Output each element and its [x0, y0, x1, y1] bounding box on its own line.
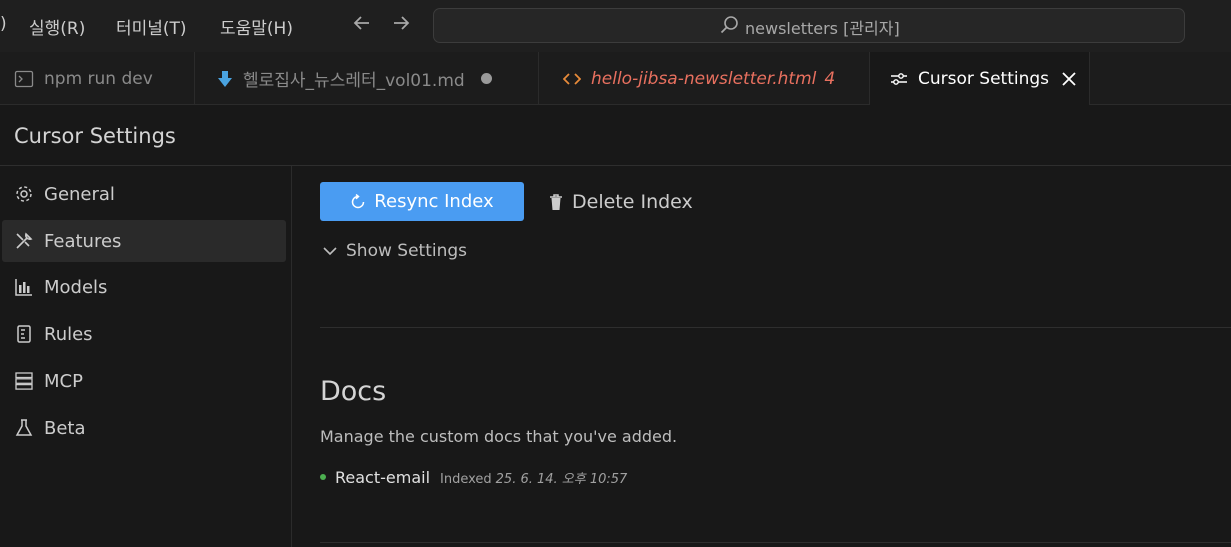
terminal-icon [14, 69, 34, 89]
page-title: Cursor Settings [14, 124, 176, 148]
settings-sidebar: General Features Models Rules MCP Beta [0, 166, 292, 547]
menu-terminal[interactable]: 터미널(T) [116, 14, 187, 39]
tab-label: Cursor Settings [918, 68, 1050, 89]
menu-run[interactable]: 실행(R) [29, 14, 85, 39]
tab-label: hello-jibsa-newsletter.html [591, 68, 817, 89]
list-item[interactable]: React-email Indexed 25. 6. 14. 오후 10:57 [320, 468, 627, 487]
command-search-box[interactable]: newsletters [관리자] [433, 8, 1185, 43]
menu-fragment[interactable]: ) [0, 14, 7, 34]
trash-icon [548, 193, 564, 211]
gear-icon [14, 184, 34, 204]
show-settings-label: Show Settings [346, 241, 468, 261]
tab-markdown-file[interactable]: 헬로집사_뉴스레터_vol01.md [195, 52, 539, 105]
doc-status: Indexed [440, 472, 492, 487]
arrow-left-icon[interactable] [351, 12, 373, 40]
doc-indexed-date: 25. 6. 14. 오후 10:57 [495, 472, 628, 487]
delete-index-label: Delete Index [572, 191, 693, 213]
sidebar-item-rules[interactable]: Rules [2, 313, 286, 355]
resync-index-button[interactable]: Resync Index [320, 182, 524, 221]
refresh-icon [350, 193, 366, 210]
sidebar-item-label: Rules [44, 323, 93, 345]
tab-cursor-settings[interactable]: Cursor Settings [870, 52, 1090, 105]
rules-icon [14, 324, 34, 344]
doc-name: React-email [335, 468, 431, 487]
docs-section-description: Manage the custom docs that you've added… [320, 427, 678, 446]
docs-section-title: Docs [320, 376, 387, 407]
tab-terminal[interactable]: npm run dev [0, 52, 195, 105]
tab-label: npm run dev [44, 68, 153, 89]
sidebar-item-label: Models [44, 276, 108, 298]
sidebar-item-beta[interactable]: Beta [2, 407, 286, 449]
resync-index-label: Resync Index [374, 191, 494, 212]
sidebar-item-general[interactable]: General [2, 173, 286, 215]
tab-label: 헬로집사_뉴스레터_vol01.md [243, 71, 465, 91]
code-icon [563, 72, 581, 86]
sidebar-item-label: Beta [44, 417, 86, 439]
search-text: newsletters [관리자] [745, 19, 900, 38]
problem-count-badge: 4 [824, 68, 836, 89]
chevron-down-icon [322, 243, 338, 259]
sidebar-item-models[interactable]: Models [2, 266, 286, 308]
editor-tab-bar: npm run dev 헬로집사_뉴스레터_vol01.md hello-jib… [0, 52, 1231, 105]
tools-icon [14, 231, 34, 251]
search-icon [719, 15, 739, 39]
markdown-download-icon [217, 70, 233, 88]
close-icon[interactable] [1061, 71, 1077, 87]
title-bar: ) 실행(R) 터미널(T) 도움말(H) newsletters [관리자] [0, 0, 1231, 52]
sidebar-item-features[interactable]: Features [2, 220, 286, 262]
sidebar-item-label: General [44, 183, 115, 205]
bar-chart-icon [14, 277, 34, 297]
unsaved-dot-icon[interactable] [480, 73, 492, 84]
delete-index-button[interactable]: Delete Index [548, 187, 693, 217]
section-divider [320, 327, 1231, 328]
sidebar-item-mcp[interactable]: MCP [2, 360, 286, 402]
arrow-right-icon[interactable] [390, 12, 412, 40]
section-divider [320, 542, 1231, 543]
show-settings-toggle[interactable]: Show Settings [322, 241, 467, 261]
server-icon [14, 371, 34, 391]
indexed-status-dot [320, 474, 326, 480]
menu-help[interactable]: 도움말(H) [220, 14, 293, 39]
sliders-icon [890, 71, 908, 87]
tab-html-file[interactable]: hello-jibsa-newsletter.html 4 [539, 52, 870, 105]
flask-icon [14, 418, 34, 438]
sidebar-item-label: MCP [44, 370, 83, 392]
sidebar-item-label: Features [44, 230, 122, 252]
